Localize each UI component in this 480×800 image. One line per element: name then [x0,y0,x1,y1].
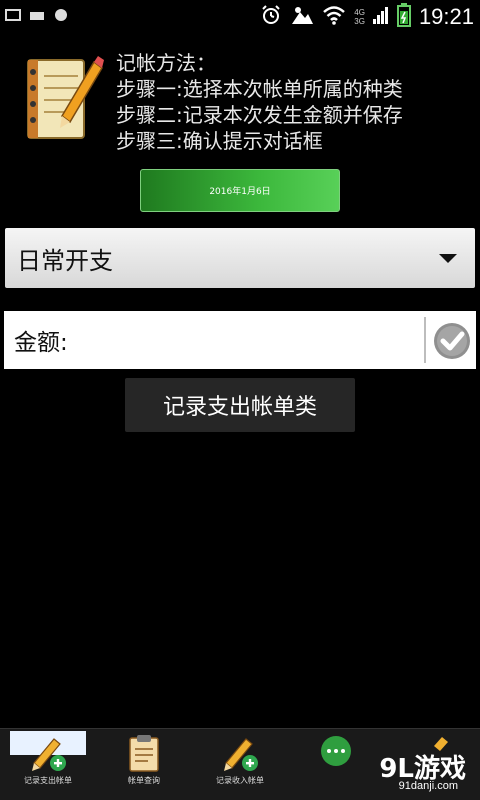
status-bar: 4G 3G 19:21 [0,0,480,33]
instruction-step: 步骤三:确认提示对话框 [116,129,323,153]
clipboard-icon [129,735,159,772]
chat-bubble-icon [321,736,351,766]
tab-label: 帐单查询 [128,776,160,785]
tab-message[interactable] [288,729,384,800]
notification-icons [4,6,70,24]
amount-row: 金额: [4,311,476,369]
date-picker-button[interactable]: 2016年1月6日 [140,169,340,212]
network-indicator: 4G 3G [354,8,365,26]
battery-icon [396,3,411,31]
wifi-icon [322,5,346,29]
pencil-add-icon [32,738,66,771]
divider [424,317,426,363]
tab-bill-query[interactable]: 帐单查询 [96,729,192,800]
dropdown-arrow-icon [439,254,457,263]
notification-icon [4,6,22,24]
weather-icon [290,4,314,30]
checkmark-icon [434,323,470,359]
instruction-step: 步骤二:记录本次发生金额并保存 [116,103,403,127]
status-time: 19:21 [418,4,474,29]
network-top-label: 4G [354,8,365,17]
tab-record-expense[interactable]: 记录支出帐单 [0,729,96,800]
amount-label: 金额: [14,330,68,356]
instructions-header: 记帐方法： 步骤一:选择本次帐单所属的种类 步骤二:记录本次发生金额并保存 步骤… [0,40,480,160]
tab-record-income[interactable]: 记录收入帐单 [192,729,288,800]
tab-label: 记录收入帐单 [216,776,264,785]
pencil-add-icon [224,738,258,771]
confirm-checkbox[interactable] [432,321,472,361]
notification-icon [28,6,46,24]
instruction-step: 步骤一:选择本次帐单所属的种类 [116,77,403,101]
notebook-pencil-icon [18,54,104,144]
instruction-title: 记帐方法： [116,51,216,75]
amount-input[interactable]: 金额: [4,311,426,369]
category-selected-value: 日常开支 [17,246,113,275]
watermark-url: 91danji.com [398,780,458,792]
signal-icon [372,5,389,29]
notification-icon [52,6,70,24]
record-expense-button[interactable]: 记录支出帐单类 [125,378,355,432]
network-bottom-label: 3G [354,17,365,26]
alarm-icon [260,4,282,30]
tab-label: 记录支出帐单 [24,776,72,785]
instruction-steps: 记帐方法： 步骤一:选择本次帐单所属的种类 步骤二:记录本次发生金额并保存 步骤… [116,50,476,154]
category-dropdown[interactable]: 日常开支 [5,228,475,288]
